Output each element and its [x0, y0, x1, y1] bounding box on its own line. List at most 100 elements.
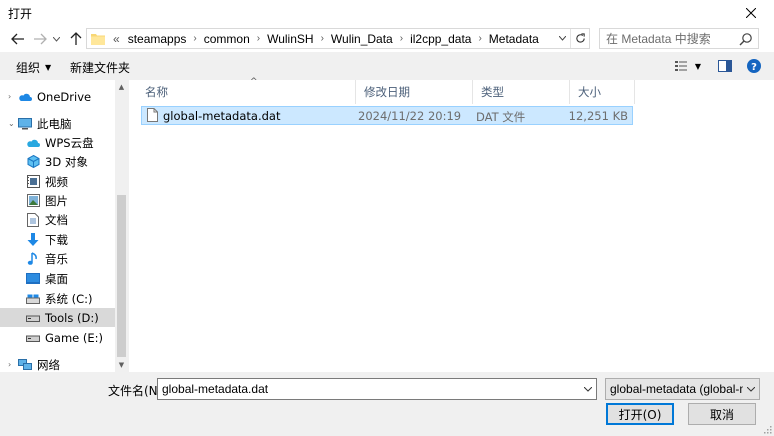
sort-up-icon: ^: [250, 77, 258, 87]
chevron-right-icon[interactable]: ›: [257, 33, 260, 44]
table-row[interactable]: global-metadata.dat 2024/11/22 20:19 DAT…: [141, 106, 633, 125]
title-bar: 打开: [0, 0, 774, 26]
chevron-right-icon[interactable]: ›: [321, 33, 324, 44]
cancel-button[interactable]: 取消: [688, 403, 756, 425]
music-icon: [26, 251, 40, 266]
expand-arrow-icon[interactable]: ⌄: [8, 119, 16, 128]
scroll-up-arrow-icon[interactable]: ▲: [115, 80, 128, 94]
nav-item-drive-d[interactable]: Tools (D:): [0, 308, 115, 327]
forward-button[interactable]: [30, 29, 50, 49]
nav-label: 网络: [37, 357, 60, 372]
nav-item-videos[interactable]: 视频: [0, 172, 115, 191]
preview-pane-icon: [718, 60, 732, 72]
breadcrumb-item[interactable]: Metadata: [489, 32, 539, 46]
nav-label: 图片: [45, 193, 68, 208]
nav-item-wps-cloud[interactable]: WPS云盘: [0, 133, 115, 152]
chevron-down-icon: [52, 36, 60, 42]
search-input[interactable]: [600, 29, 739, 48]
organize-label: 组织: [16, 61, 41, 75]
file-icon: [147, 108, 158, 125]
close-button[interactable]: [728, 0, 774, 26]
breadcrumb-item[interactable]: WulinSH: [267, 32, 313, 46]
expand-arrow-icon[interactable]: ›: [8, 92, 16, 101]
filetype-select[interactable]: global-metadata (global-metadata.dat): [605, 378, 760, 400]
nav-label: 此电脑: [37, 116, 72, 131]
dialog-footer: 文件名(N): global-metadata (global-metadata…: [0, 372, 774, 436]
scrollbar-thumb[interactable]: [117, 195, 126, 357]
nav-item-drive-c[interactable]: 系统 (C:): [0, 289, 115, 308]
open-button[interactable]: 打开(O): [606, 403, 674, 425]
refresh-button[interactable]: [570, 29, 589, 48]
chevron-right-icon[interactable]: ›: [400, 33, 403, 44]
column-header-label: 大小: [578, 85, 601, 99]
nav-item-this-pc[interactable]: ⌄ 此电脑: [0, 114, 115, 133]
address-dropdown-button[interactable]: [555, 29, 569, 48]
breadcrumb-overflow[interactable]: «: [113, 32, 120, 46]
filetype-dropdown-button[interactable]: [743, 379, 759, 399]
column-header-label: 类型: [481, 85, 504, 99]
file-modified: 2024/11/22 20:19: [358, 109, 462, 123]
organize-button[interactable]: 组织 ▼: [16, 59, 51, 76]
arrow-up-icon: [70, 32, 82, 45]
breadcrumb-item[interactable]: common: [204, 32, 250, 46]
breadcrumb-item[interactable]: Wulin_Data: [331, 32, 393, 46]
svg-text:?: ?: [751, 62, 757, 73]
video-icon: [26, 175, 40, 189]
filename-dropdown-button[interactable]: [580, 379, 596, 399]
nav-item-onedrive[interactable]: › OneDrive: [0, 87, 115, 106]
nav-item-documents[interactable]: 文档: [0, 210, 115, 229]
scroll-down-arrow-icon[interactable]: ▼: [115, 358, 128, 372]
back-button[interactable]: [8, 29, 28, 49]
download-icon: [26, 232, 40, 247]
nav-label: Game (E:): [45, 330, 104, 345]
expand-arrow-icon[interactable]: ›: [8, 360, 16, 369]
network-icon: [18, 358, 32, 372]
refresh-icon: [575, 33, 585, 43]
file-name[interactable]: global-metadata.dat: [163, 109, 280, 123]
nav-item-desktop[interactable]: 桌面: [0, 269, 115, 288]
search-box[interactable]: [599, 28, 759, 49]
nav-label: 文档: [45, 212, 68, 227]
column-header-name[interactable]: 名称 ^: [137, 77, 356, 104]
chevron-right-icon[interactable]: ›: [193, 33, 196, 44]
nav-item-pictures[interactable]: 图片: [0, 191, 115, 210]
nav-item-music[interactable]: 音乐: [0, 249, 115, 268]
navigation-scrollbar[interactable]: ▲ ▼: [115, 80, 128, 372]
column-header-modified[interactable]: 修改日期: [356, 80, 473, 104]
chevron-down-icon: [584, 386, 592, 392]
nav-label: 音乐: [45, 251, 68, 266]
chevron-right-icon[interactable]: ›: [478, 33, 481, 44]
help-button[interactable]: ?: [745, 57, 763, 75]
chevron-down-icon: [747, 386, 755, 392]
change-view-button[interactable]: ▼: [672, 57, 704, 75]
recent-locations-button[interactable]: [50, 29, 62, 49]
address-bar[interactable]: « steamapps › common › WulinSH › Wulin_D…: [86, 28, 590, 49]
address-row: « steamapps › common › WulinSH › Wulin_D…: [0, 26, 774, 52]
new-folder-button[interactable]: 新建文件夹: [70, 59, 130, 76]
new-folder-label: 新建文件夹: [70, 61, 131, 75]
search-icon: [739, 32, 752, 45]
nav-item-drive-e[interactable]: Game (E:): [0, 328, 115, 347]
nav-label: 桌面: [45, 271, 68, 286]
nav-item-network[interactable]: › 网络: [0, 355, 115, 372]
column-header-size[interactable]: 大小: [570, 80, 635, 104]
drive-icon: [26, 331, 40, 345]
window-title: 打开: [8, 7, 33, 21]
cloud-icon: [26, 136, 40, 150]
nav-item-downloads[interactable]: 下载: [0, 230, 115, 249]
navigation-pane[interactable]: › OneDrive ⌄ 此电脑 WPS云盘 3D 对象 视频 图片 文档 下载…: [0, 80, 128, 372]
desktop-icon: [26, 272, 40, 286]
filename-combobox[interactable]: [157, 378, 597, 400]
preview-pane-button[interactable]: [716, 57, 734, 75]
document-icon: [26, 212, 40, 227]
filename-input[interactable]: [158, 379, 578, 399]
file-size: 12,251 KB: [568, 109, 628, 123]
details-view-icon: [674, 61, 687, 71]
breadcrumb-item[interactable]: il2cpp_data: [410, 32, 471, 46]
breadcrumb-item[interactable]: steamapps: [128, 32, 187, 46]
resize-grip-icon[interactable]: [762, 424, 772, 434]
up-button[interactable]: [66, 29, 86, 49]
column-header-type[interactable]: 类型: [473, 80, 570, 104]
file-list[interactable]: 名称 ^ 修改日期 类型 大小 global-metadata.dat 2024…: [129, 77, 774, 372]
nav-item-3d-objects[interactable]: 3D 对象: [0, 152, 115, 171]
